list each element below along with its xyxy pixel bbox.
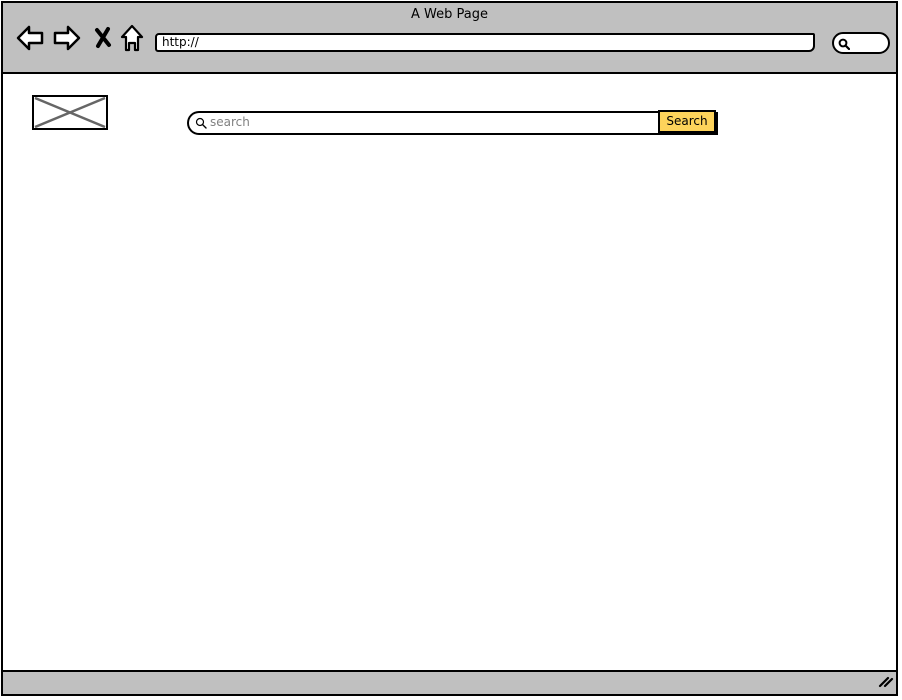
window-title: A Web Page [411,7,488,22]
back-button[interactable] [15,23,47,55]
address-bar[interactable]: http:// [155,33,815,52]
status-bar [3,670,896,694]
home-button[interactable] [117,23,149,55]
browser-search-box[interactable] [832,32,890,54]
search-button[interactable]: Search [658,110,716,133]
logo-image-placeholder [32,95,108,130]
browser-titlebar: A Web Page http:// [3,3,896,74]
forward-arrow-icon [52,23,84,53]
home-icon [117,23,149,53]
search-placeholder: search [210,115,250,129]
browser-window: A Web Page http:// search Search [1,1,898,696]
search-input[interactable]: search [187,111,661,135]
resize-grip-icon[interactable] [876,671,894,693]
forward-button[interactable] [52,23,84,55]
image-placeholder-icon [32,95,108,134]
back-arrow-icon [15,23,47,53]
